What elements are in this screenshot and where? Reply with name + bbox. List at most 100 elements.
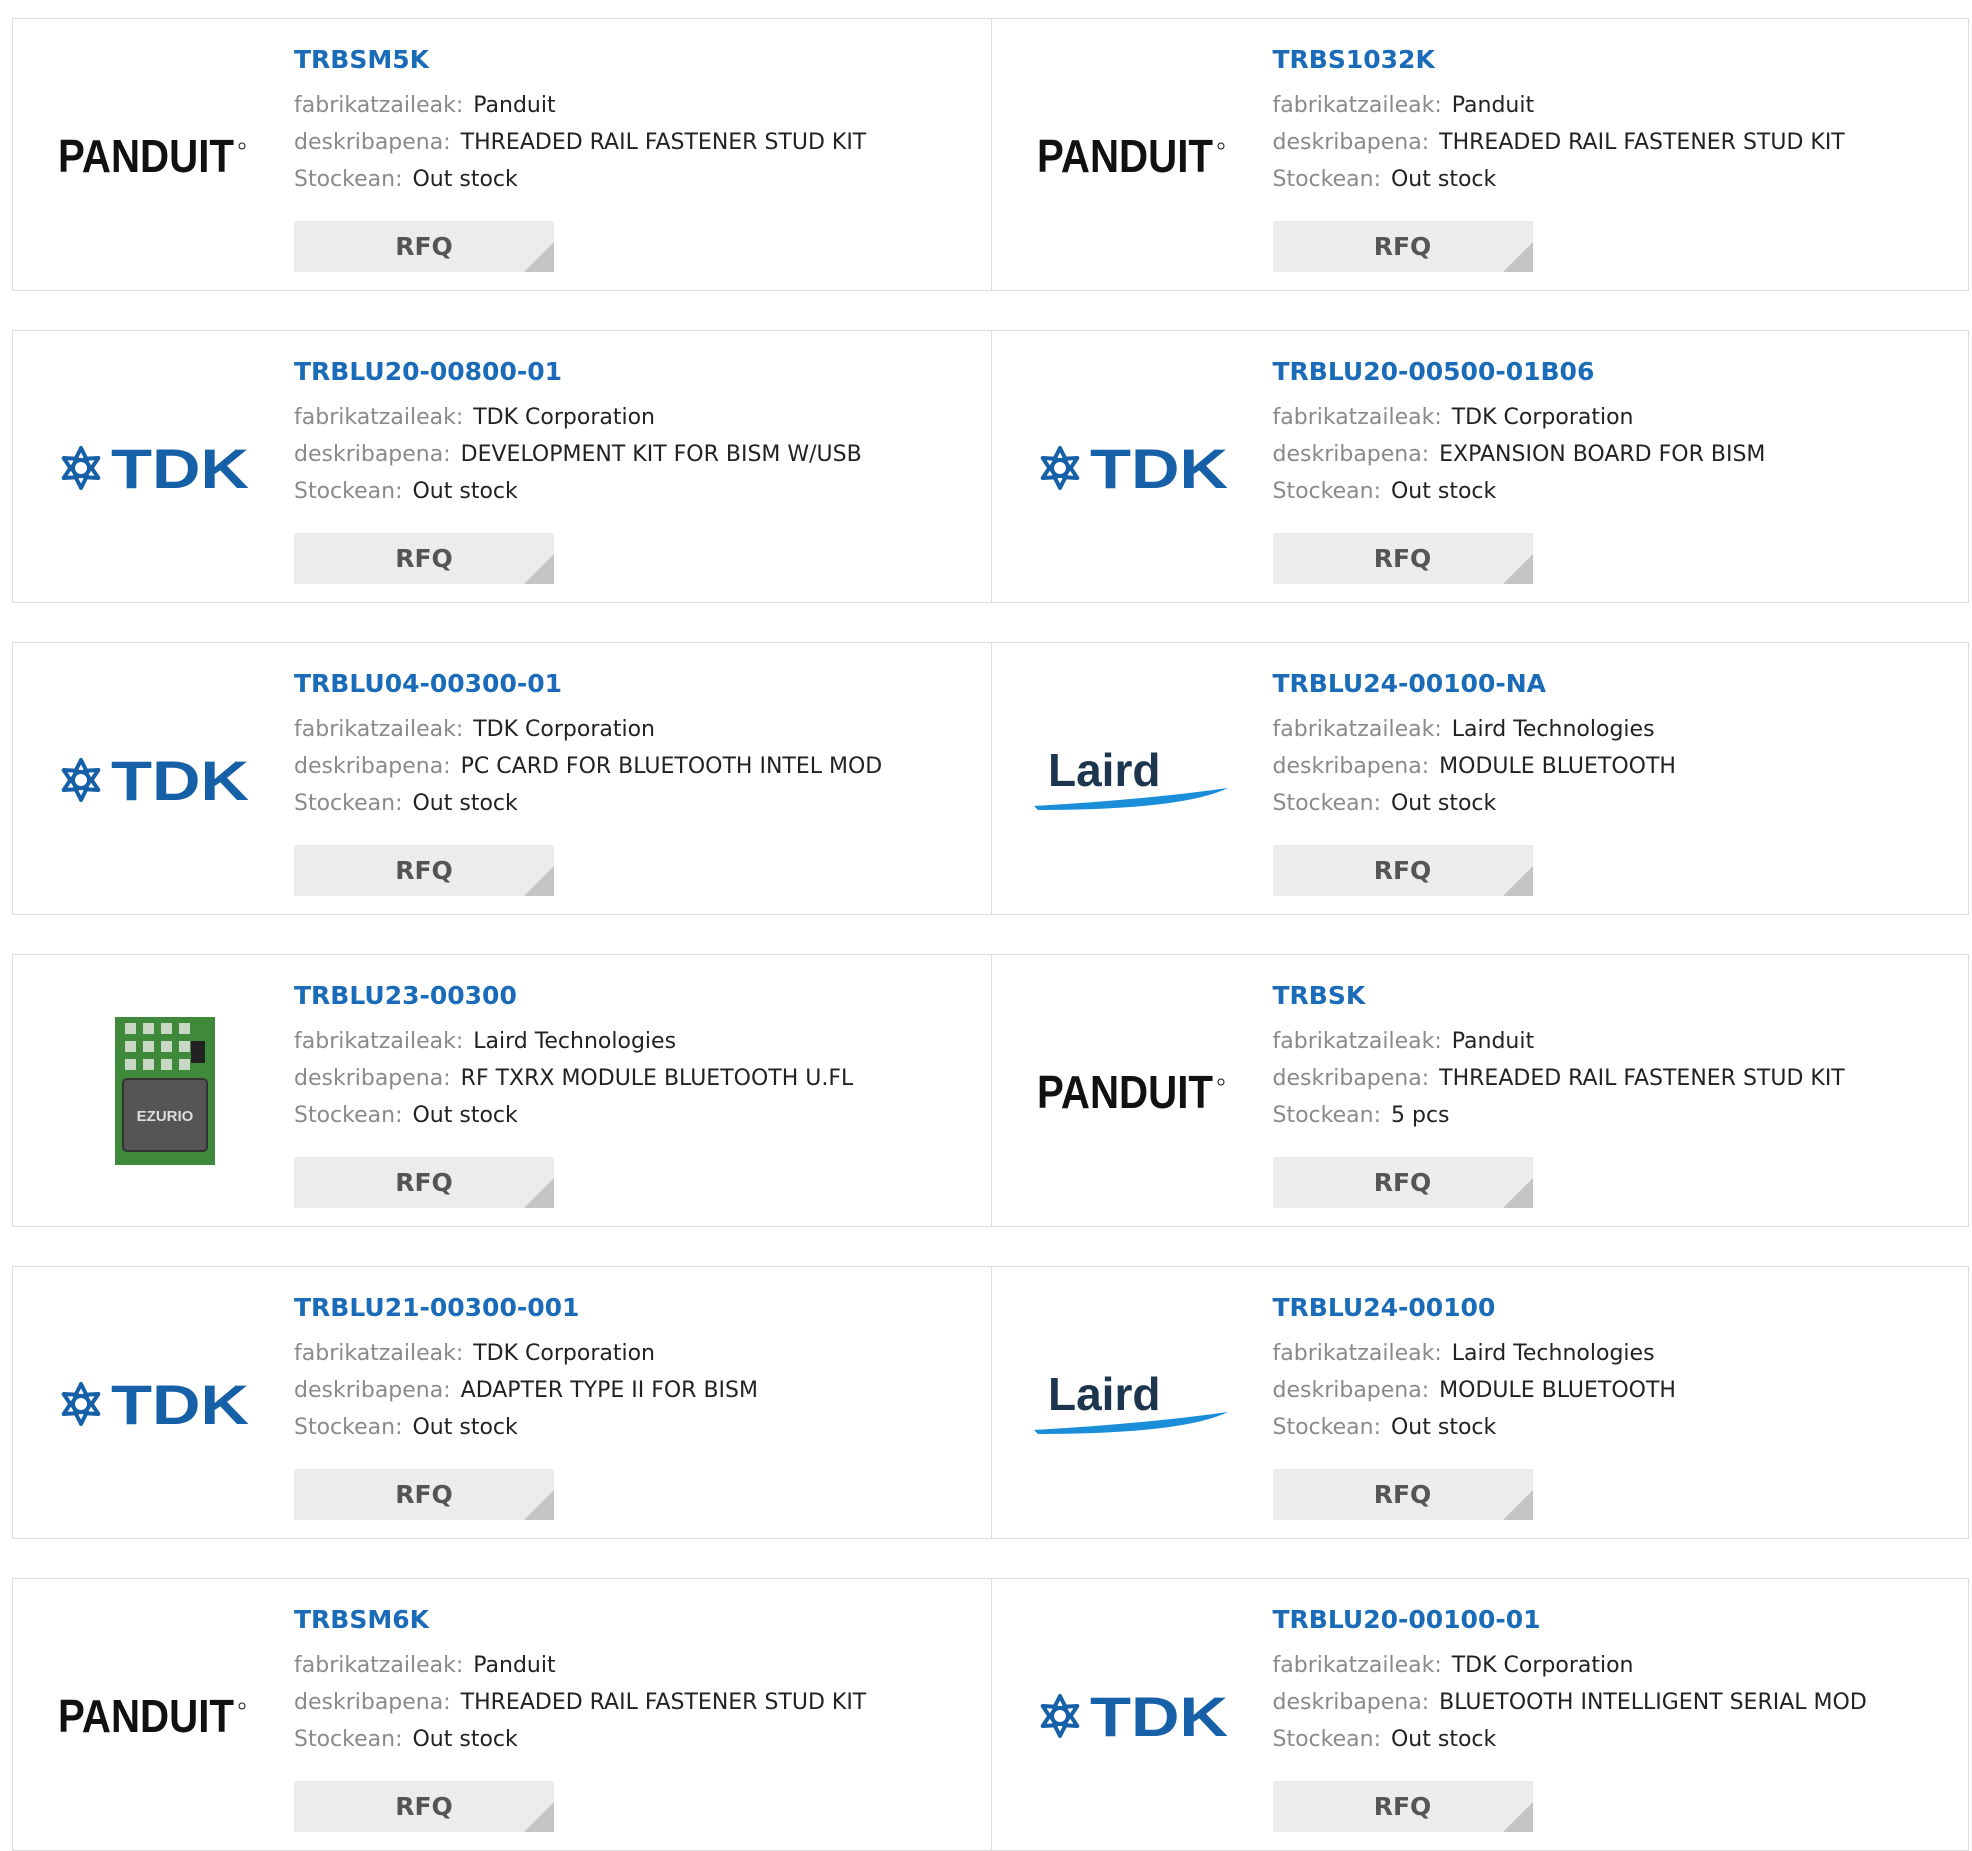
description-label: deskribapena:: [1272, 1690, 1430, 1715]
product-row: TDK TRBLU04-00300-01 fabrikatzaileak: TDK C…: [12, 642, 1969, 915]
ezurio-module-photo[interactable]: EZURIO: [53, 1017, 253, 1165]
description-value: MODULE BLUETOOTH: [1439, 1378, 1676, 1403]
product-card: Laird TRBLU24-00100 fabrikatzaileak: Laird …: [990, 1267, 1969, 1538]
product-card: TDK TRBLU20-00100-01 fabrikatzaileak: TDK C…: [990, 1579, 1969, 1850]
rfq-button[interactable]: RFQ: [294, 221, 554, 272]
rfq-button[interactable]: RFQ: [1272, 845, 1533, 896]
part-number-link[interactable]: TRBLU24-00100: [1273, 1293, 1959, 1323]
stock-line: Stockean: Out stock: [1273, 161, 1959, 198]
manufacturer-value: Panduit: [1451, 1029, 1535, 1054]
stock-line: Stockean: Out stock: [1273, 473, 1959, 510]
manufacturer-label: fabrikatzaileak:: [294, 1029, 464, 1054]
stock-line: Stockean: Out stock: [294, 161, 981, 198]
manufacturer-line: fabrikatzaileak: Laird Technologies: [294, 1023, 981, 1060]
part-number-link[interactable]: TRBLU04-00300-01: [294, 669, 981, 699]
description-line: deskribapena: PC CARD FOR BLUETOOTH INTEL…: [294, 748, 981, 785]
description-line: deskribapena: THREADED RAIL FASTENER STUD…: [1273, 1060, 1959, 1097]
panduit-logo[interactable]: PANDUIT: [53, 87, 253, 225]
part-number-link[interactable]: TRBLU20-00100-01: [1273, 1605, 1959, 1635]
rfq-button[interactable]: RFQ: [1272, 533, 1533, 584]
stock-line: Stockean: Out stock: [1273, 1409, 1959, 1446]
stock-value: Out stock: [1390, 1415, 1497, 1440]
corner-triangle-icon: [524, 554, 554, 584]
stock-line: Stockean: Out stock: [294, 1097, 981, 1134]
product-row: PANDUIT TRBSM6K fabrikatzaileak: Panduit des…: [12, 1578, 1969, 1851]
stock-label: Stockean:: [1272, 1415, 1381, 1440]
rfq-label: RFQ: [1373, 232, 1432, 261]
manufacturer-value: Laird Technologies: [473, 1029, 677, 1054]
manufacturer-line: fabrikatzaileak: Laird Technologies: [1273, 711, 1959, 748]
product-card: EZURIO TRBLU23-00300 fabrikatzaileak: Laird…: [13, 955, 991, 1226]
stock-label: Stockean:: [294, 1415, 403, 1440]
panduit-logo[interactable]: PANDUIT: [1032, 1023, 1232, 1161]
description-line: deskribapena: ADAPTER TYPE II FOR BISM: [294, 1372, 981, 1409]
svg-text:TDK: TDK: [1090, 1686, 1228, 1746]
rfq-button[interactable]: RFQ: [1272, 1469, 1533, 1520]
manufacturer-line: fabrikatzaileak: Panduit: [294, 1647, 981, 1684]
corner-triangle-icon: [1502, 242, 1533, 272]
manufacturer-value: Laird Technologies: [1451, 1341, 1655, 1366]
part-number-link[interactable]: TRBLU20-00500-01B06: [1273, 357, 1959, 387]
product-info: TRBSM5K fabrikatzaileak: Panduit deskribape…: [294, 45, 981, 198]
corner-triangle-icon: [524, 1178, 554, 1208]
rfq-button[interactable]: RFQ: [1272, 221, 1533, 272]
stock-value: 5 pcs: [1390, 1103, 1450, 1128]
rfq-label: RFQ: [395, 1792, 453, 1821]
rfq-label: RFQ: [395, 544, 453, 573]
manufacturer-label: fabrikatzaileak:: [294, 1341, 464, 1366]
rfq-button[interactable]: RFQ: [294, 1781, 554, 1832]
part-number-link[interactable]: TRBSK: [1273, 981, 1959, 1011]
tdk-logo[interactable]: TDK: [53, 1335, 253, 1473]
tdk-logo[interactable]: TDK: [53, 711, 253, 849]
product-info: TRBLU04-00300-01 fabrikatzaileak: TDK Corp…: [294, 669, 981, 822]
part-number-link[interactable]: TRBLU21-00300-001: [294, 1293, 981, 1323]
description-label: deskribapena:: [294, 130, 451, 155]
description-line: deskribapena: THREADED RAIL FASTENER STUD…: [1273, 124, 1959, 161]
rfq-button[interactable]: RFQ: [294, 1469, 554, 1520]
description-label: deskribapena:: [294, 442, 451, 467]
svg-text:TDK: TDK: [111, 1374, 249, 1434]
laird-logo[interactable]: Laird: [1032, 1335, 1232, 1473]
laird-logo[interactable]: Laird: [1032, 711, 1232, 849]
stock-label: Stockean:: [1272, 791, 1381, 816]
panduit-logo[interactable]: PANDUIT: [53, 1647, 253, 1785]
description-value: THREADED RAIL FASTENER STUD KIT: [1439, 1066, 1845, 1091]
stock-value: Out stock: [412, 167, 518, 192]
stock-label: Stockean:: [1272, 1103, 1381, 1128]
stock-line: Stockean: Out stock: [1273, 1721, 1959, 1758]
rfq-button[interactable]: RFQ: [294, 845, 554, 896]
product-card: TDK TRBLU21-00300-001 fabrikatzaileak: TDK …: [13, 1267, 991, 1538]
rfq-button[interactable]: RFQ: [1272, 1157, 1533, 1208]
rfq-label: RFQ: [1373, 1480, 1432, 1509]
description-value: PC CARD FOR BLUETOOTH INTEL MOD: [460, 754, 883, 779]
part-number-link[interactable]: TRBLU24-00100-NA: [1273, 669, 1959, 699]
part-number-link[interactable]: TRBSM6K: [294, 1605, 981, 1635]
corner-triangle-icon: [1502, 866, 1533, 896]
manufacturer-label: fabrikatzaileak:: [294, 1653, 464, 1678]
stock-label: Stockean:: [294, 479, 403, 504]
rfq-button[interactable]: RFQ: [294, 533, 554, 584]
rfq-button[interactable]: RFQ: [1272, 1781, 1533, 1832]
description-value: EXPANSION BOARD FOR BISM: [1439, 442, 1766, 467]
manufacturer-line: fabrikatzaileak: Panduit: [294, 87, 981, 124]
corner-triangle-icon: [524, 242, 554, 272]
description-label: deskribapena:: [294, 1066, 451, 1091]
manufacturer-line: fabrikatzaileak: Panduit: [1273, 1023, 1959, 1060]
tdk-logo[interactable]: TDK: [1032, 399, 1232, 537]
product-row: TDK TRBLU21-00300-001 fabrikatzaileak: TDK …: [12, 1266, 1969, 1539]
product-info: TRBLU23-00300 fabrikatzaileak: Laird Techn…: [294, 981, 981, 1134]
stock-label: Stockean:: [294, 1727, 403, 1752]
part-number-link[interactable]: TRBLU23-00300: [294, 981, 981, 1011]
description-line: deskribapena: MODULE BLUETOOTH: [1273, 748, 1959, 785]
tdk-logo[interactable]: TDK: [53, 399, 253, 537]
part-number-link[interactable]: TRBSM5K: [294, 45, 981, 75]
product-card: Laird TRBLU24-00100-NA fabrikatzaileak: Lai…: [990, 643, 1969, 914]
rfq-button[interactable]: RFQ: [294, 1157, 554, 1208]
description-label: deskribapena:: [1272, 130, 1430, 155]
part-number-link[interactable]: TRBLU20-00800-01: [294, 357, 981, 387]
product-card: TDK TRBLU04-00300-01 fabrikatzaileak: TDK C…: [13, 643, 991, 914]
tdk-logo[interactable]: TDK: [1032, 1647, 1232, 1785]
panduit-logo[interactable]: PANDUIT: [1032, 87, 1232, 225]
manufacturer-label: fabrikatzaileak:: [1272, 1653, 1442, 1678]
part-number-link[interactable]: TRBS1032K: [1273, 45, 1959, 75]
